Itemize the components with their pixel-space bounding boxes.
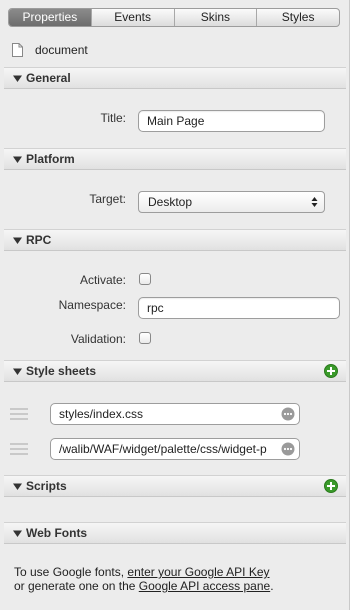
drag-handle-icon[interactable] — [10, 443, 28, 455]
section-scripts[interactable]: Scripts — [4, 475, 346, 497]
section-web-fonts[interactable]: Web Fonts — [4, 522, 346, 544]
section-rpc-title: RPC — [26, 233, 52, 247]
ellipsis-icon[interactable] — [281, 442, 295, 456]
disclosure-triangle-icon[interactable] — [13, 74, 22, 83]
section-platform-title: Platform — [26, 152, 75, 166]
disclosure-triangle-icon[interactable] — [13, 482, 22, 491]
properties-panel: Properties Events Skins Styles document … — [0, 0, 350, 610]
tab-properties[interactable]: Properties — [9, 9, 91, 26]
target-select[interactable]: Desktop — [138, 191, 325, 213]
section-general-title: General — [26, 71, 71, 85]
select-arrows-icon — [311, 197, 318, 207]
namespace-label: Namespace: — [58, 298, 126, 312]
drag-handle-icon[interactable] — [10, 408, 28, 420]
info-text-3: . — [270, 579, 274, 593]
google-api-key-link[interactable]: enter your Google API Key — [127, 565, 269, 579]
web-fonts-info: To use Google fonts, enter your Google A… — [14, 565, 334, 593]
activate-checkbox[interactable] — [139, 273, 151, 285]
validation-label: Validation: — [70, 332, 126, 346]
document-row: document — [12, 40, 88, 60]
info-text-2: or generate one on the — [14, 579, 139, 593]
info-text-1: To use Google fonts, — [14, 565, 128, 579]
section-web-fonts-title: Web Fonts — [26, 526, 88, 540]
disclosure-triangle-icon[interactable] — [13, 236, 22, 245]
validation-checkbox[interactable] — [139, 332, 151, 344]
stylesheet-path: /walib/WAF/widget/palette/css/widget-p — [59, 442, 267, 456]
stylesheet-path: styles/index.css — [59, 407, 144, 421]
tab-skins[interactable]: Skins — [173, 9, 257, 26]
target-label: Target: — [89, 192, 126, 206]
namespace-input[interactable]: rpc — [138, 297, 340, 319]
section-rpc[interactable]: RPC — [4, 229, 346, 251]
tab-events[interactable]: Events — [90, 9, 174, 26]
document-label: document — [35, 43, 88, 57]
disclosure-triangle-icon[interactable] — [13, 155, 22, 164]
target-select-value: Desktop — [148, 195, 193, 209]
section-platform[interactable]: Platform — [4, 148, 346, 170]
google-api-access-link[interactable]: Google API access pane — [139, 579, 270, 593]
tab-styles[interactable]: Styles — [256, 9, 339, 26]
add-script-icon[interactable] — [324, 479, 338, 493]
tab-bar: Properties Events Skins Styles — [8, 8, 340, 27]
activate-label: Activate: — [79, 273, 126, 287]
stylesheet-row[interactable]: styles/index.css — [50, 403, 300, 425]
title-label: Title: — [100, 111, 126, 125]
title-input[interactable]: Main Page — [138, 110, 325, 132]
ellipsis-icon[interactable] — [281, 407, 295, 421]
add-stylesheet-icon[interactable] — [324, 364, 338, 378]
disclosure-triangle-icon[interactable] — [13, 529, 22, 538]
section-style-sheets[interactable]: Style sheets — [4, 360, 346, 382]
section-scripts-title: Scripts — [26, 479, 67, 493]
section-style-sheets-title: Style sheets — [26, 364, 97, 378]
disclosure-triangle-icon[interactable] — [13, 367, 22, 376]
stylesheet-row[interactable]: /walib/WAF/widget/palette/css/widget-p — [50, 438, 300, 460]
document-icon — [12, 43, 23, 57]
section-general[interactable]: General — [4, 67, 346, 89]
